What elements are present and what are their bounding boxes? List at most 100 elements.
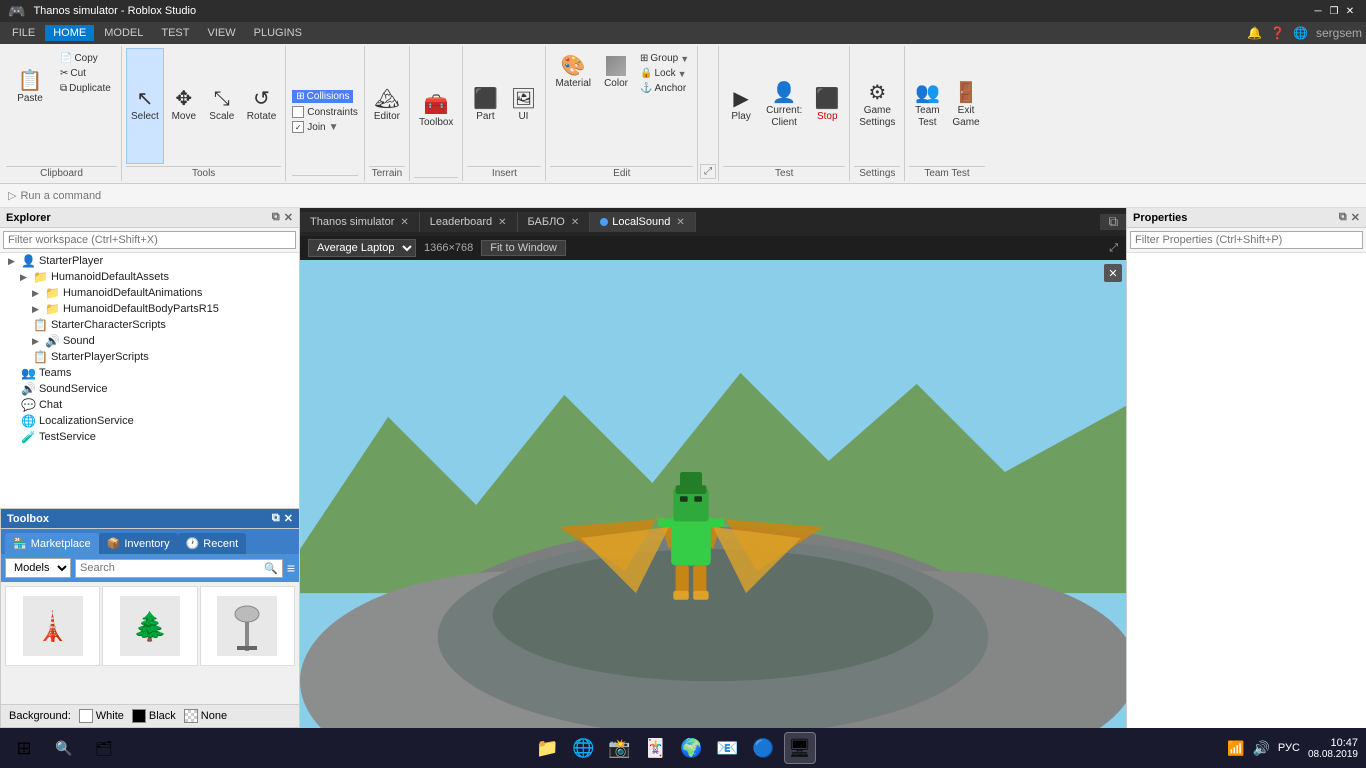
minimize-button[interactable]: ─ bbox=[1310, 3, 1326, 19]
toolbox-search-input[interactable] bbox=[80, 562, 262, 574]
game-viewport[interactable]: ✕ bbox=[300, 260, 1126, 728]
edit-expand-button[interactable]: ⤢ bbox=[700, 164, 716, 179]
explorer-filter-input[interactable] bbox=[3, 231, 296, 249]
current-client-button[interactable]: 👤 Current: Client bbox=[761, 80, 807, 132]
toolbox-item-tower[interactable]: 🗼 bbox=[5, 586, 100, 666]
tab-close-localsound[interactable]: ✕ bbox=[676, 217, 684, 228]
properties-float-button[interactable]: ⧉ bbox=[1339, 211, 1347, 224]
tab-localsound[interactable]: LocalSound ✕ bbox=[590, 212, 696, 232]
editor-button[interactable]: 🏔 Editor bbox=[369, 81, 405, 131]
tree-item[interactable]: ▶ 👤 StarterPlayer bbox=[0, 253, 299, 269]
constraints-checkbox[interactable] bbox=[292, 106, 304, 118]
fit-to-window-button[interactable]: Fit to Window bbox=[481, 240, 566, 256]
viewport-close-button[interactable]: ✕ bbox=[1104, 264, 1122, 285]
menu-test[interactable]: TEST bbox=[153, 25, 197, 41]
menu-home[interactable]: HOME bbox=[45, 25, 94, 41]
toolbox-button[interactable]: 🧰 Toolbox bbox=[414, 87, 458, 137]
stop-button[interactable]: ⬛ Stop bbox=[809, 81, 845, 131]
task-view-button[interactable]: 🗂 bbox=[88, 732, 120, 764]
tree-item[interactable]: 🧪 TestService bbox=[0, 429, 299, 445]
bg-black-option[interactable]: Black bbox=[132, 709, 176, 723]
anchor-button[interactable]: ⚓ Anchor bbox=[636, 82, 693, 95]
menu-model[interactable]: MODEL bbox=[96, 25, 151, 41]
game-settings-button[interactable]: ⚙ Game Settings bbox=[854, 80, 900, 132]
duplicate-button[interactable]: ⧉ Duplicate bbox=[56, 82, 115, 95]
taskbar-studio[interactable]: 🖥 bbox=[784, 732, 816, 764]
properties-filter-input[interactable] bbox=[1130, 231, 1363, 249]
bg-white-option[interactable]: White bbox=[79, 709, 124, 723]
explorer-float-button[interactable]: ⧉ bbox=[272, 211, 280, 224]
tab-thanos-simulator[interactable]: Thanos simulator ✕ bbox=[300, 212, 420, 232]
properties-close-button[interactable]: ✕ bbox=[1351, 211, 1360, 224]
inventory-tab[interactable]: 📦 Inventory bbox=[99, 533, 178, 554]
play-button[interactable]: ▶ Play bbox=[723, 81, 759, 131]
lang-indicator[interactable]: РУС bbox=[1278, 742, 1300, 754]
lock-dropdown[interactable]: ▼ bbox=[678, 69, 687, 79]
color-button[interactable]: Color bbox=[598, 48, 634, 98]
marketplace-tab[interactable]: 🏪 Marketplace bbox=[5, 533, 99, 554]
taskbar-mail[interactable]: 📧 bbox=[712, 732, 744, 764]
taskbar-roblox[interactable]: 🔵 bbox=[748, 732, 780, 764]
toolbox-item-tree[interactable]: 🌲 bbox=[102, 586, 197, 666]
ui-button[interactable]: 🖼 UI bbox=[505, 81, 541, 131]
restore-button[interactable]: ❐ bbox=[1326, 3, 1342, 19]
group-button[interactable]: ⊞ Group ▼ bbox=[636, 52, 693, 65]
tree-item[interactable]: ▶ 🔊 Sound bbox=[0, 333, 299, 349]
tree-item[interactable]: ▶ 📁 HumanoidDefaultAssets bbox=[0, 269, 299, 285]
constraints-toggle[interactable]: Constraints bbox=[292, 106, 358, 118]
material-button[interactable]: 🎨 Material bbox=[550, 48, 596, 98]
expand-viewport-icon[interactable]: ⤢ bbox=[1109, 242, 1118, 255]
taskbar-search-button[interactable]: 🔍 bbox=[48, 732, 80, 764]
toolbox-float-button[interactable]: ⧉ bbox=[272, 512, 280, 525]
join-toggle[interactable]: ✓ Join ▼ bbox=[292, 121, 358, 133]
recent-tab[interactable]: 🕐 Recent bbox=[178, 533, 247, 554]
copy-button[interactable]: 📄 Copy bbox=[56, 52, 115, 65]
command-input[interactable] bbox=[20, 190, 1358, 202]
taskbar-chrome[interactable]: 🌍 bbox=[676, 732, 708, 764]
expand-tabs-button[interactable]: ⧉ bbox=[1100, 214, 1126, 230]
toolbox-close-button[interactable]: ✕ bbox=[284, 512, 293, 525]
move-button[interactable]: ✥ Move bbox=[166, 48, 202, 164]
tree-item[interactable]: 💬 Chat bbox=[0, 397, 299, 413]
collisions-toggle[interactable]: ⊞ Collisions bbox=[292, 90, 358, 103]
paste-button[interactable]: 📋 Paste bbox=[6, 48, 54, 128]
cut-button[interactable]: ✂ Cut bbox=[56, 67, 115, 80]
menu-plugins[interactable]: PLUGINS bbox=[246, 25, 310, 41]
collisions-btn[interactable]: ⊞ Collisions bbox=[292, 90, 353, 103]
close-button[interactable]: ✕ bbox=[1342, 3, 1358, 19]
resolution-preset-select[interactable]: Average Laptop bbox=[308, 239, 416, 257]
tab-close-bablo[interactable]: ✕ bbox=[571, 217, 579, 228]
taskbar-ie[interactable]: 🌐 bbox=[568, 732, 600, 764]
model-type-select[interactable]: Models bbox=[5, 558, 71, 578]
tree-item[interactable]: ▶ 📁 HumanoidDefaultBodyPartsR15 bbox=[0, 301, 299, 317]
lock-button[interactable]: 🔒 Lock ▼ bbox=[636, 67, 693, 80]
rotate-button[interactable]: ↺ Rotate bbox=[242, 48, 281, 164]
tree-item[interactable]: 🔊 SoundService bbox=[0, 381, 299, 397]
search-submit-icon[interactable]: 🔍 bbox=[264, 562, 278, 575]
part-button[interactable]: ⬛ Part bbox=[467, 81, 503, 131]
tree-item[interactable]: 📋 StarterPlayerScripts bbox=[0, 349, 299, 365]
tree-item[interactable]: ▶ 📁 HumanoidDefaultAnimations bbox=[0, 285, 299, 301]
menu-view[interactable]: VIEW bbox=[199, 25, 243, 41]
tab-leaderboard[interactable]: Leaderboard ✕ bbox=[420, 212, 518, 232]
tree-item[interactable]: 🌐 LocalizationService bbox=[0, 413, 299, 429]
taskbar-file-explorer[interactable]: 📁 bbox=[532, 732, 564, 764]
join-dropdown[interactable]: ▼ bbox=[329, 122, 339, 133]
tab-close-leaderboard[interactable]: ✕ bbox=[498, 217, 506, 228]
team-test-button[interactable]: 👥 Team Test bbox=[909, 80, 945, 132]
explorer-close-button[interactable]: ✕ bbox=[284, 211, 293, 224]
taskbar-photos[interactable]: 📸 bbox=[604, 732, 636, 764]
tree-item[interactable]: 📋 StarterCharacterScripts bbox=[0, 317, 299, 333]
tab-bablo[interactable]: БАБЛО ✕ bbox=[518, 212, 591, 232]
tab-close-thanos[interactable]: ✕ bbox=[400, 217, 408, 228]
menu-file[interactable]: FILE bbox=[4, 25, 43, 41]
taskbar-solitaire[interactable]: 🃏 bbox=[640, 732, 672, 764]
select-button[interactable]: ↖ Select bbox=[126, 48, 164, 164]
tree-item[interactable]: 👥 Teams bbox=[0, 365, 299, 381]
filter-options-icon[interactable]: ≡ bbox=[287, 560, 295, 576]
join-checkbox[interactable]: ✓ bbox=[292, 121, 304, 133]
scale-button[interactable]: ⤡ Scale bbox=[204, 48, 240, 164]
bg-none-option[interactable]: None bbox=[184, 709, 227, 723]
start-button[interactable]: ⊞ bbox=[8, 732, 40, 764]
group-dropdown[interactable]: ▼ bbox=[680, 54, 689, 64]
